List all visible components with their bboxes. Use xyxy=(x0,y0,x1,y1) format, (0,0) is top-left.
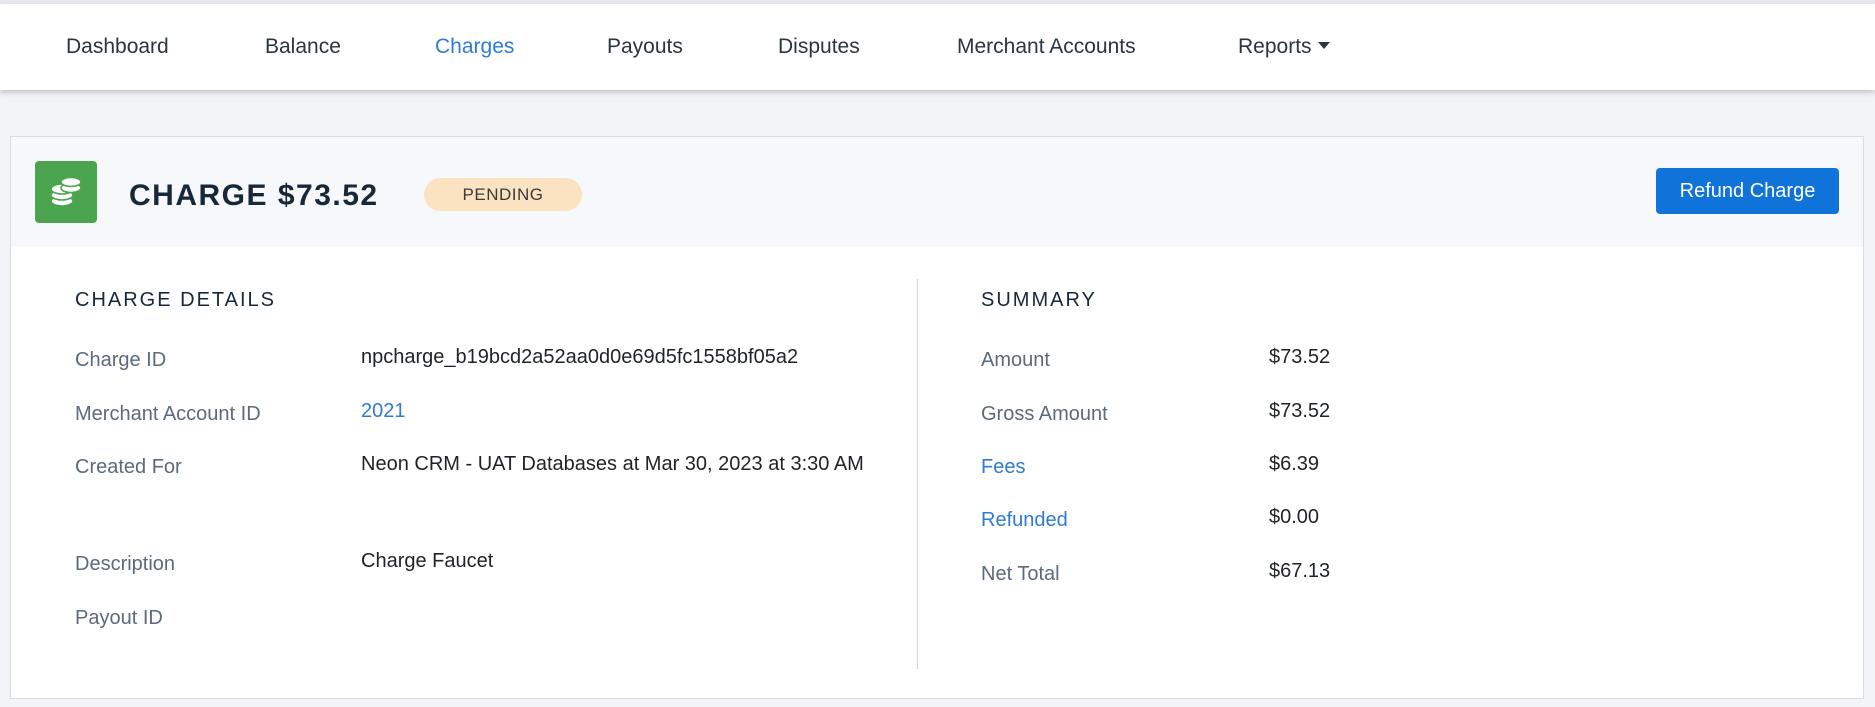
summary-value-fees: $6.39 xyxy=(1269,453,1320,475)
nav-dashboard[interactable]: Dashboard xyxy=(66,35,169,59)
nav-reports-label: Reports xyxy=(1238,35,1312,58)
main-navbar: Dashboard Balance Charges Payouts Disput… xyxy=(0,4,1875,90)
detail-value-charge-id: npcharge_b19bcd2a52aa0d0e69d5fc1558bf05a… xyxy=(361,346,799,368)
summary-value-amount: $73.52 xyxy=(1269,346,1331,368)
nav-balance[interactable]: Balance xyxy=(265,35,341,59)
nav-reports-dropdown[interactable]: Reports xyxy=(1238,35,1330,59)
charge-details-title: CHARGE DETAILS xyxy=(75,289,276,311)
detail-label-merchant-account-id: Merchant Account ID xyxy=(75,403,261,425)
detail-value-created-for: Neon CRM - UAT Databases at Mar 30, 2023… xyxy=(361,453,864,475)
section-divider xyxy=(917,279,918,669)
caret-down-icon xyxy=(1317,41,1330,49)
nav-merchant-accounts[interactable]: Merchant Accounts xyxy=(957,35,1136,59)
summary-title: SUMMARY xyxy=(981,289,1097,311)
detail-label-payout-id: Payout ID xyxy=(75,607,163,629)
fees-link[interactable]: Fees xyxy=(981,456,1025,479)
status-badge: PENDING xyxy=(424,178,582,211)
detail-label-charge-id: Charge ID xyxy=(75,349,167,371)
charge-card: CHARGE $73.52 PENDING Refund Charge CHAR… xyxy=(10,136,1864,699)
summary-value-net-total: $67.13 xyxy=(1269,560,1331,582)
summary-value-gross-amount: $73.52 xyxy=(1269,400,1331,422)
summary-label-amount: Amount xyxy=(981,349,1050,371)
coins-glyph xyxy=(50,176,82,207)
coins-stack-icon xyxy=(35,161,97,223)
nav-charges[interactable]: Charges xyxy=(435,35,514,59)
refund-charge-button[interactable]: Refund Charge xyxy=(1656,168,1839,214)
nav-payouts[interactable]: Payouts xyxy=(607,35,683,59)
detail-label-created-for: Created For xyxy=(75,456,182,478)
detail-value-description: Charge Faucet xyxy=(361,550,494,572)
summary-label-net-total: Net Total xyxy=(981,563,1060,585)
nav-disputes[interactable]: Disputes xyxy=(778,35,860,59)
summary-value-refunded: $0.00 xyxy=(1269,506,1320,528)
detail-label-description: Description xyxy=(75,553,176,575)
merchant-account-link[interactable]: 2021 xyxy=(361,389,406,433)
page-title: CHARGE $73.52 xyxy=(129,179,379,212)
charge-header: CHARGE $73.52 PENDING Refund Charge xyxy=(11,137,1863,247)
refunded-link[interactable]: Refunded xyxy=(981,509,1068,532)
summary-label-gross-amount: Gross Amount xyxy=(981,403,1108,425)
